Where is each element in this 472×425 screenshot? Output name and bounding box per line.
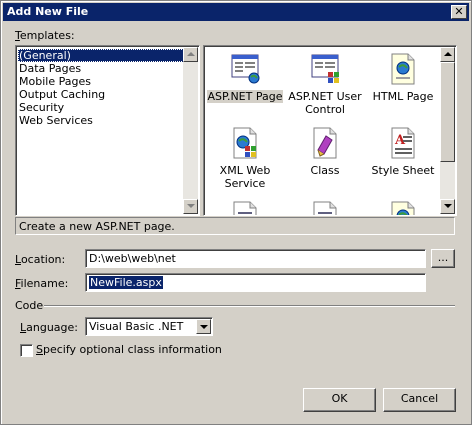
aspnet-page-icon (229, 52, 261, 86)
category-item[interactable]: Mobile Pages (18, 75, 184, 88)
file-icon (229, 200, 261, 215)
scroll-up-icon[interactable] (440, 47, 455, 62)
web-service-icon (229, 126, 261, 160)
template-item[interactable]: A Style Sheet (364, 126, 442, 177)
ok-button[interactable]: OK (303, 388, 376, 412)
code-group-label: Code (15, 299, 44, 312)
templates-label: Templates: (15, 29, 75, 42)
browse-button[interactable]: ... (431, 249, 455, 268)
language-value: Visual Basic .NET (89, 320, 184, 333)
scroll-up-icon[interactable] (183, 47, 198, 62)
category-item[interactable]: Web Services (18, 114, 184, 127)
category-item[interactable]: Security (18, 101, 184, 114)
template-item-partial[interactable] (286, 200, 364, 215)
template-list[interactable]: ASP.NET Page ASP.NET User Control HTML Pag… (203, 45, 457, 216)
location-input[interactable]: D:\web\web\net (85, 249, 426, 268)
scroll-down-icon[interactable] (440, 199, 455, 214)
template-item[interactable]: ASP.NET User Control (286, 52, 364, 116)
template-item-label: Style Sheet (371, 164, 435, 177)
style-sheet-icon: A (387, 126, 419, 160)
scroll-thumb[interactable] (440, 62, 455, 162)
template-item-label: ASP.NET Page (206, 90, 284, 103)
category-list[interactable]: (General) Data Pages Mobile Pages Output Ca… (15, 45, 200, 216)
template-item-partial[interactable] (364, 200, 442, 215)
html-page-icon (387, 52, 419, 86)
dialog-title: Add New File (7, 5, 89, 18)
file-icon (387, 200, 419, 215)
language-label: Language: (20, 321, 79, 334)
optional-class-checkbox[interactable] (20, 344, 33, 357)
category-item[interactable]: Output Caching (18, 88, 184, 101)
filename-label: Filename: (15, 277, 69, 290)
template-description: Create a new ASP.NET page. (15, 217, 455, 235)
dropdown-arrow-icon[interactable] (196, 319, 211, 334)
location-label: Location: (15, 253, 66, 266)
title-bar: Add New File ✕ (3, 3, 469, 21)
template-item-partial[interactable] (206, 200, 284, 215)
category-item[interactable]: (General) (18, 49, 184, 62)
template-item-label: HTML Page (372, 90, 434, 103)
template-item-label: XML Web Service (219, 164, 271, 190)
filename-input[interactable]: NewFile.aspx (85, 273, 426, 292)
template-item-label: Class (310, 164, 340, 177)
template-item[interactable]: Class (286, 126, 364, 177)
optional-class-label: Specify optional class information (36, 343, 222, 356)
class-icon (309, 126, 341, 160)
scroll-down-icon[interactable] (183, 199, 198, 214)
category-scrollbar[interactable] (183, 47, 198, 214)
filename-value: NewFile.aspx (89, 276, 163, 289)
group-divider (44, 305, 455, 307)
cancel-button[interactable]: Cancel (383, 388, 456, 412)
user-control-icon (309, 52, 341, 86)
template-item[interactable]: ASP.NET Page (206, 52, 284, 103)
close-button[interactable]: ✕ (451, 5, 467, 19)
file-icon (309, 200, 341, 215)
category-item[interactable]: Data Pages (18, 62, 184, 75)
template-item[interactable]: XML Web Service (206, 126, 284, 190)
language-select[interactable]: Visual Basic .NET (85, 317, 213, 336)
template-item-label: ASP.NET User Control (288, 90, 362, 116)
template-item[interactable]: HTML Page (364, 52, 442, 103)
template-scrollbar[interactable] (440, 47, 455, 214)
